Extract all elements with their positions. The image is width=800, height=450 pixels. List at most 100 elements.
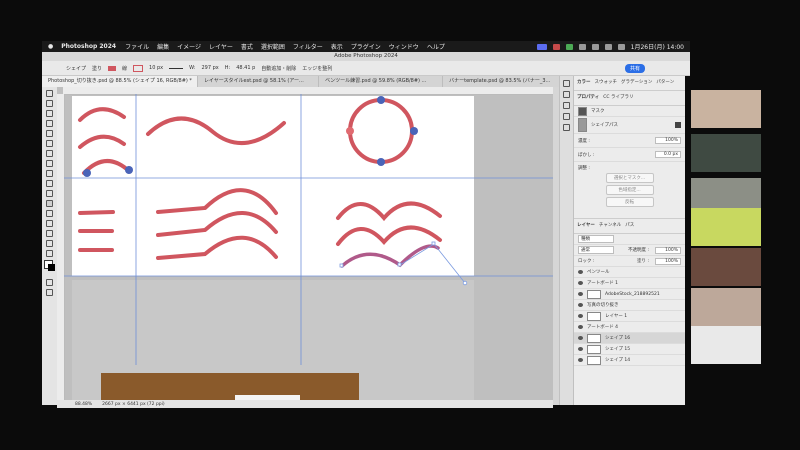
participant-video[interactable] <box>691 208 761 246</box>
layer-name: シェイプ 14 <box>605 358 631 363</box>
path-node-1 <box>339 263 344 268</box>
eye-icon[interactable] <box>578 325 583 329</box>
tab-swatches[interactable]: スウォッチ <box>595 79 618 87</box>
line-short-1 <box>78 210 115 215</box>
tab-channels[interactable]: チャンネル <box>599 222 621 230</box>
participant-video[interactable] <box>691 90 761 128</box>
layer-name: レイヤー 1 <box>605 314 628 319</box>
handle-line-1 <box>399 243 435 266</box>
mask-icon[interactable] <box>578 106 587 116</box>
feather-input[interactable]: 0.0 px <box>655 151 681 158</box>
hook-curve-1 <box>156 188 278 215</box>
refine-section: 調整 : 選択とマスク... 色域指定... 反転 <box>574 162 685 212</box>
video-participants <box>691 90 761 364</box>
blend-mode-select[interactable]: 通常 <box>578 246 614 254</box>
color-range-button[interactable]: 色域指定... <box>605 185 654 195</box>
layer-row[interactable]: レイヤー 1 <box>574 311 685 322</box>
layer-filter-select[interactable]: 種類 <box>578 235 614 243</box>
right-panel: カラー スウォッチ グラデーション パターン プロパティ CC ライブラリ マス… <box>573 76 685 405</box>
opacity-input[interactable]: 100% <box>655 246 681 254</box>
handle-node-1 <box>462 280 468 286</box>
character-icon[interactable] <box>563 113 570 120</box>
anchor-point-start <box>346 127 354 135</box>
eye-icon[interactable] <box>578 270 583 274</box>
layer-row[interactable]: AdobeStock_218892521 <box>574 289 685 300</box>
layer-row[interactable]: アートボード 4 <box>574 322 685 333</box>
tab-color[interactable]: カラー <box>577 79 591 87</box>
tab-layers[interactable]: レイヤー <box>577 222 595 230</box>
layer-row[interactable]: 写真の切り抜き <box>574 300 685 311</box>
lock-row: ロック : 塗り : 100% <box>574 256 685 267</box>
layer-row[interactable]: ペンツール <box>574 267 685 278</box>
eye-icon[interactable] <box>578 314 583 318</box>
layer-row[interactable]: アートボード 1 <box>574 278 685 289</box>
layer-thumbnail <box>587 344 601 354</box>
tab-paths[interactable]: パス <box>625 222 634 230</box>
layer-name: AdobeStock_218892521 <box>605 291 660 297</box>
invert-button[interactable]: 反転 <box>605 197 654 207</box>
m-curve-1 <box>336 201 442 222</box>
eye-icon[interactable] <box>578 281 583 285</box>
brush-settings-icon[interactable] <box>563 102 570 109</box>
layer-filter-row: 種類 <box>574 234 685 245</box>
properties-panel-tabs: プロパティ CC ライブラリ <box>574 91 685 106</box>
eye-icon[interactable] <box>578 303 583 307</box>
shape-path-thumbnail[interactable] <box>578 118 587 132</box>
tab-patterns[interactable]: パターン <box>656 79 674 87</box>
lock-label: ロック : <box>578 259 595 264</box>
participant-avatar[interactable] <box>691 326 761 364</box>
fill-input[interactable]: 100% <box>655 257 681 265</box>
tab-gradients[interactable]: グラデーション <box>621 79 652 87</box>
history-icon[interactable] <box>563 80 570 87</box>
eye-icon[interactable] <box>578 347 583 351</box>
layer-thumbnail <box>587 289 601 299</box>
zoom-level[interactable]: 88.48% <box>75 402 92 407</box>
feather-row: ぼかし : 0.0 px <box>574 148 685 162</box>
refine-label: 調整 : <box>578 166 590 171</box>
select-and-mask-button[interactable]: 選択とマスク... <box>605 173 654 183</box>
eye-icon[interactable] <box>578 336 583 340</box>
layer-row[interactable]: シェイプ 15 <box>574 344 685 355</box>
feather-label: ぼかし : <box>578 152 595 158</box>
blend-row: 通常 不透明度 : 100% <box>574 245 685 256</box>
curve-1c <box>82 159 131 175</box>
hook-curve-3 <box>156 235 278 260</box>
eye-icon[interactable] <box>578 292 583 296</box>
curve-circle <box>348 98 414 164</box>
tab-properties[interactable]: プロパティ <box>577 94 599 102</box>
density-input[interactable]: 100% <box>655 137 681 144</box>
participant-video[interactable] <box>691 288 761 326</box>
layer-thumbnail <box>587 333 601 343</box>
comment-icon[interactable] <box>563 91 570 98</box>
layer-name: シェイプ 15 <box>605 347 631 352</box>
layer-row[interactable]: シェイプ 14 <box>574 355 685 366</box>
fill-label: 塗り : <box>637 259 649 264</box>
panel-dock-icons <box>559 76 574 405</box>
layers-panel-tabs: レイヤー チャンネル パス <box>574 218 685 234</box>
layer-name: ペンツール <box>587 270 610 275</box>
density-label: 濃度 : <box>578 138 590 144</box>
layer-name: アートボード 1 <box>587 281 619 286</box>
layer-row-selected[interactable]: シェイプ 16 <box>574 333 685 344</box>
color-panel-tabs: カラー スウォッチ グラデーション パターン <box>574 76 685 91</box>
eye-icon[interactable] <box>578 358 583 362</box>
anchor-point-1 <box>83 169 91 177</box>
curve-wave <box>146 116 286 146</box>
paragraph-icon[interactable] <box>563 124 570 131</box>
mask-row: マスク <box>574 106 685 117</box>
mask-label: マスク <box>591 109 605 114</box>
apply-mask-icon[interactable] <box>675 122 681 128</box>
curve-1b <box>78 134 126 149</box>
anchor-point-2 <box>125 166 133 174</box>
hook-curve-2 <box>156 211 278 237</box>
document-size[interactable]: 2667 px × 6441 px (72 ppi) <box>102 402 165 407</box>
m-curve-selected <box>340 244 440 268</box>
status-bar: 88.48% 2667 px × 6441 px (72 ppi) <box>57 400 553 408</box>
participant-video[interactable] <box>691 248 761 286</box>
tab-cc-libraries[interactable]: CC ライブラリ <box>603 94 633 102</box>
layer-name: シェイプ 16 <box>605 336 631 341</box>
layer-name: アートボード 4 <box>587 325 619 330</box>
participant-video[interactable] <box>691 134 761 172</box>
path-node-2 <box>397 262 402 267</box>
opacity-label: 不透明度 : <box>628 248 649 253</box>
